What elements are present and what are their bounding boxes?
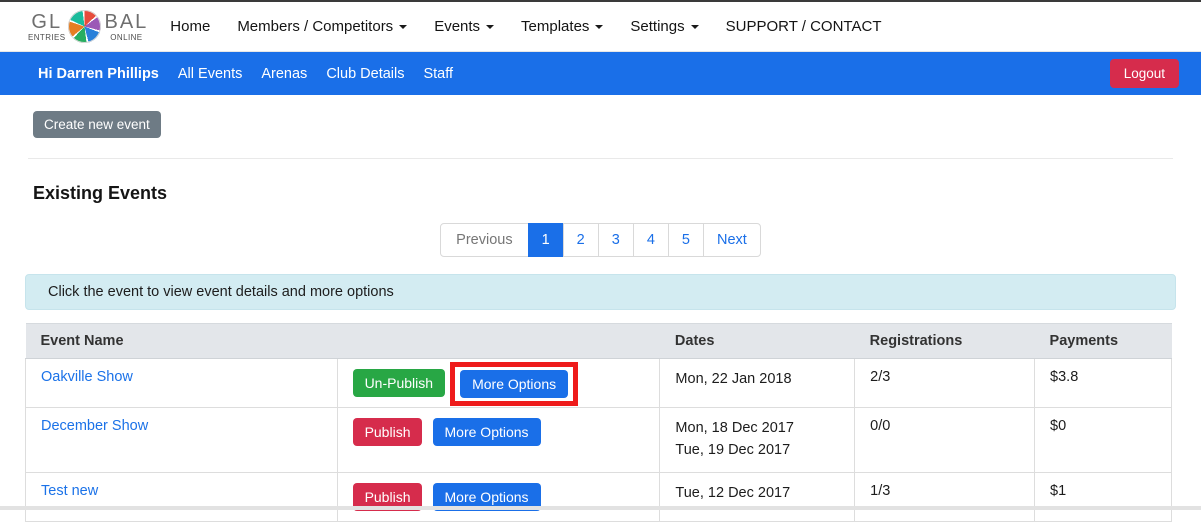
nav-settings[interactable]: Settings xyxy=(630,18,698,35)
page-title: Existing Events xyxy=(33,183,1201,204)
subnav-staff[interactable]: Staff xyxy=(423,66,453,82)
sub-navbar: Hi Darren Phillips All Events Arenas Clu… xyxy=(0,52,1201,95)
event-name-link[interactable]: December Show xyxy=(41,418,148,434)
nav-templates-label: Templates xyxy=(521,18,589,35)
divider xyxy=(28,158,1173,159)
event-date: Mon, 18 Dec 2017 xyxy=(675,418,839,440)
table-row[interactable]: December Show Publish More Options Mon, … xyxy=(26,408,1172,473)
nav-events[interactable]: Events xyxy=(434,18,494,35)
user-greeting: Hi Darren Phillips xyxy=(38,66,159,82)
more-options-button[interactable]: More Options xyxy=(433,418,541,446)
payments-value: $3.8 xyxy=(1035,359,1172,408)
pagination-page-1[interactable]: 1 xyxy=(528,223,564,257)
chevron-down-icon xyxy=(486,25,494,29)
pagination-page-5[interactable]: 5 xyxy=(668,223,704,257)
event-date: Tue, 19 Dec 2017 xyxy=(675,440,839,462)
pagination: Previous 1 2 3 4 5 Next xyxy=(440,223,761,257)
nav-settings-label: Settings xyxy=(630,18,684,35)
nav-support-contact[interactable]: SUPPORT / CONTACT xyxy=(726,18,882,35)
chevron-down-icon xyxy=(595,25,603,29)
event-name-link[interactable]: Oakville Show xyxy=(41,369,133,385)
subnav-club-details[interactable]: Club Details xyxy=(326,66,404,82)
payments-value: $1 xyxy=(1035,472,1172,521)
create-new-event-button[interactable]: Create new event xyxy=(33,111,161,138)
table-row[interactable]: Oakville Show Un-Publish More Options Mo… xyxy=(26,359,1172,408)
annotation-highlight-box: More Options xyxy=(450,362,578,406)
header-payments: Payments xyxy=(1035,324,1172,359)
logo-online: ONLINE xyxy=(110,33,142,42)
chevron-down-icon xyxy=(399,25,407,29)
subnav-arenas[interactable]: Arenas xyxy=(261,66,307,82)
header-registrations: Registrations xyxy=(855,324,1035,359)
nav-home[interactable]: Home xyxy=(170,18,210,35)
events-table: Event Name Dates Registrations Payments … xyxy=(25,323,1172,522)
logo[interactable]: GL ENTRIES BAL ONLINE xyxy=(28,10,148,43)
nav-support-label: SUPPORT / CONTACT xyxy=(726,18,882,35)
logo-right-text: BAL ONLINE xyxy=(104,12,148,42)
window-bottom-edge xyxy=(0,506,1201,510)
event-name-link[interactable]: Test new xyxy=(41,483,98,499)
nav-templates[interactable]: Templates xyxy=(521,18,603,35)
header-actions xyxy=(337,324,660,359)
table-row[interactable]: Test new Publish More Options Tue, 12 De… xyxy=(26,472,1172,521)
event-date: Tue, 12 Dec 2017 xyxy=(675,483,839,505)
logo-bal: BAL xyxy=(104,12,148,33)
header-dates: Dates xyxy=(660,324,855,359)
pagination-container: Previous 1 2 3 4 5 Next xyxy=(0,223,1201,257)
nav-members-label: Members / Competitors xyxy=(237,18,393,35)
chevron-down-icon xyxy=(691,25,699,29)
pagination-page-4[interactable]: 4 xyxy=(633,223,669,257)
table-header-row: Event Name Dates Registrations Payments xyxy=(26,324,1172,359)
registrations-value: 1/3 xyxy=(855,472,1035,521)
registrations-value: 0/0 xyxy=(855,408,1035,473)
nav-events-label: Events xyxy=(434,18,480,35)
logo-left-text: GL ENTRIES xyxy=(28,12,65,42)
globe-icon xyxy=(68,10,101,43)
logo-gl: GL xyxy=(31,12,62,33)
header-event-name: Event Name xyxy=(26,324,338,359)
nav-members-competitors[interactable]: Members / Competitors xyxy=(237,18,407,35)
subnav-all-events[interactable]: All Events xyxy=(178,66,242,82)
registrations-value: 2/3 xyxy=(855,359,1035,408)
publish-button[interactable]: Publish xyxy=(353,418,423,446)
logo-entries: ENTRIES xyxy=(28,33,65,42)
top-navbar: GL ENTRIES BAL ONLINE Home Members / Com… xyxy=(0,2,1201,52)
logout-button[interactable]: Logout xyxy=(1110,59,1179,88)
pagination-page-3[interactable]: 3 xyxy=(598,223,634,257)
info-banner: Click the event to view event details an… xyxy=(25,274,1176,310)
pagination-page-2[interactable]: 2 xyxy=(563,223,599,257)
nav-home-label: Home xyxy=(170,18,210,35)
event-date: Mon, 22 Jan 2018 xyxy=(675,369,839,391)
unpublish-button[interactable]: Un-Publish xyxy=(353,369,445,397)
top-nav-items: Home Members / Competitors Events Templa… xyxy=(170,18,881,35)
payments-value: $0 xyxy=(1035,408,1172,473)
pagination-next[interactable]: Next xyxy=(703,223,761,257)
pagination-previous[interactable]: Previous xyxy=(440,223,528,257)
more-options-button[interactable]: More Options xyxy=(460,370,568,398)
